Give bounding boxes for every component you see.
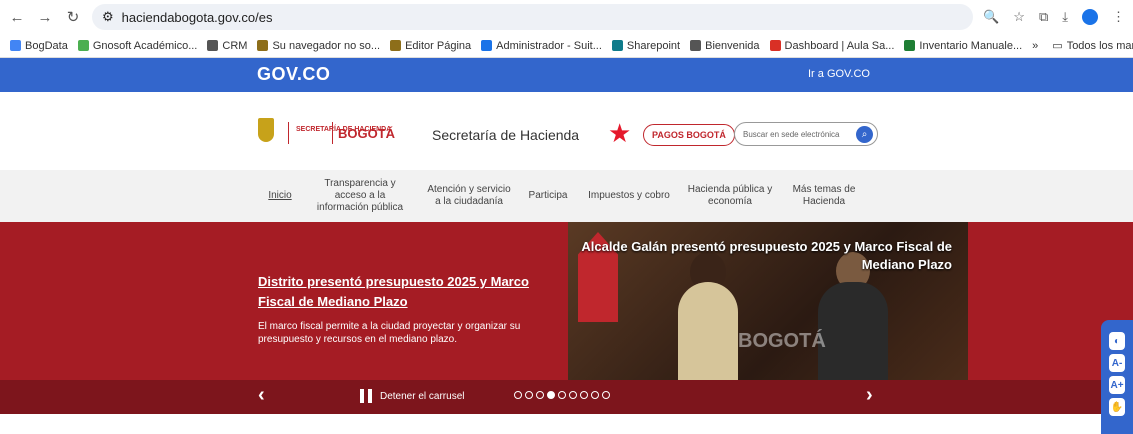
search-icon[interactable]: ⌕	[856, 125, 873, 143]
bookmark-label: Gnosoft Académico...	[92, 39, 198, 52]
bookmark-item[interactable]: Sharepoint	[611, 39, 681, 52]
forward-icon[interactable]: →	[36, 9, 54, 26]
menu-item-hacienda-publica[interactable]: Hacienda pública y economía	[680, 170, 780, 222]
bookmark-label: BogData	[25, 39, 68, 52]
bookmark-icon	[77, 40, 89, 51]
bookmark-icon	[10, 40, 21, 51]
bookmark-item[interactable]: Inventario Manuale...	[904, 40, 1022, 52]
extensions-icon[interactable]: ⧉	[1039, 9, 1048, 25]
folder-icon: ▭	[1052, 40, 1063, 52]
star-icon[interactable]: ☆	[1013, 9, 1025, 25]
pause-carousel-button[interactable]: Detener el carrusel	[360, 389, 464, 403]
page-title: Secretaría de Hacienda	[432, 127, 580, 143]
bookmark-icon	[904, 40, 916, 51]
back-icon[interactable]: ←	[8, 9, 26, 26]
font-decrease-icon[interactable]: A-	[1109, 354, 1125, 372]
carousel-dot[interactable]	[536, 391, 544, 399]
star-icon: ★	[608, 118, 632, 148]
bookmark-label: Dashboard | Aula Sa...	[784, 39, 895, 52]
bookmarks-overflow[interactable]: »	[1032, 40, 1038, 52]
menu-icon[interactable]: ⋮	[1112, 9, 1125, 25]
menu-item-inicio[interactable]: Inicio	[262, 170, 298, 222]
divider	[332, 122, 333, 144]
reload-icon[interactable]: ↻	[64, 8, 82, 26]
bookmark-icon	[481, 40, 493, 51]
gov-link[interactable]: Ir a GOV.CO	[808, 68, 870, 80]
bookmark-item[interactable]: Administrador - Suit...	[481, 40, 602, 52]
pagos-bogota-button[interactable]: PAGOS BOGOTÁ	[643, 124, 735, 146]
bookmark-icon	[390, 40, 402, 51]
chevron-right-icon[interactable]: ›	[866, 384, 873, 407]
bookmark-icon	[611, 40, 623, 51]
sign-language-icon[interactable]: ✋	[1109, 398, 1125, 416]
carousel-controls: ‹ Detener el carrusel ›	[0, 380, 1133, 414]
news-carousel: Distrito presentó presupuesto 2025 y Mar…	[0, 222, 1133, 414]
all-bookmarks[interactable]: ▭ Todos los marcadores	[1052, 39, 1133, 53]
accessibility-bar: ◐ A- A+ ✋	[1101, 320, 1133, 434]
search-input[interactable]: Buscar en sede electrónica ⌕	[734, 122, 878, 146]
zoom-icon[interactable]: 🔍	[983, 9, 999, 25]
bogota-shield-icon	[258, 118, 274, 142]
carousel-dot[interactable]	[591, 391, 599, 399]
pause-label: Detener el carrusel	[380, 390, 465, 402]
bookmarks-bar: BogData Gnosoft Académico... CRM Su navegad…	[0, 34, 1133, 58]
site-info-icon[interactable]: ⚙	[102, 9, 114, 25]
site-header: SECRETARÍA DE HACIENDA BOGOTÁ Secretaría…	[0, 92, 1133, 170]
contrast-icon[interactable]: ◐	[1109, 332, 1125, 350]
menu-item-participa[interactable]: Participa	[520, 170, 576, 222]
bookmark-label: Editor Página	[405, 39, 472, 52]
carousel-dot[interactable]	[525, 391, 533, 399]
bookmark-icon	[257, 40, 269, 51]
url-text: haciendabogota.gov.co/es	[121, 9, 273, 25]
menu-item-transparencia[interactable]: Transparencia y acceso a la información …	[312, 170, 408, 222]
bookmark-label: CRM	[222, 39, 248, 52]
bookmark-icon	[769, 40, 781, 51]
background-sign: BOGOTÁ	[738, 330, 826, 352]
address-bar[interactable]: ⚙ haciendabogota.gov.co/es	[92, 4, 974, 30]
bookmark-label: Inventario Manuale...	[919, 39, 1023, 52]
menu-item-atencion[interactable]: Atención y servicio a la ciudadanía	[424, 170, 514, 222]
gov-bar: GOV.CO Ir a GOV.CO	[0, 58, 1133, 92]
carousel-dot[interactable]	[602, 391, 610, 399]
menu-item-mas-temas[interactable]: Más temas de Hacienda	[786, 170, 862, 222]
bookmark-label: Sharepoint	[626, 39, 681, 52]
bookmark-item[interactable]: Su navegador no so...	[257, 40, 380, 52]
chevron-left-icon[interactable]: ‹	[258, 384, 265, 407]
main-menu: Inicio Transparencia y acceso a la infor…	[0, 170, 1133, 222]
bookmark-item[interactable]: Gnosoft Académico...	[77, 39, 198, 52]
slide-image[interactable]: BOGOTÁ Alcalde Galán presentó presupuest…	[568, 222, 968, 380]
search-placeholder: Buscar en sede electrónica	[743, 129, 840, 139]
bookmark-item[interactable]: CRM	[207, 40, 247, 52]
bookmark-item[interactable]: Bienvenida	[690, 39, 760, 52]
slide-description: El marco fiscal permite a la ciudad proy…	[258, 321, 521, 345]
person-left-body	[678, 282, 738, 380]
carousel-dot[interactable]	[514, 391, 522, 399]
bogota-logo[interactable]: BOGOTÁ	[338, 126, 395, 141]
carousel-dot[interactable]	[569, 391, 577, 399]
carousel-dot[interactable]	[580, 391, 588, 399]
menu-item-impuestos[interactable]: Impuestos y cobro	[584, 170, 674, 222]
bookmark-item[interactable]: BogData	[10, 40, 68, 52]
carousel-dots	[514, 391, 610, 399]
browser-toolbar: ← → ↻ ⚙ haciendabogota.gov.co/es 🔍 ☆ ⧉ ⤓…	[0, 0, 1133, 34]
slide-title[interactable]: Distrito presentó presupuesto 2025 y Mar…	[258, 272, 558, 312]
pause-icon	[360, 389, 372, 403]
font-increase-icon[interactable]: A+	[1109, 376, 1125, 394]
carousel-dot[interactable]	[547, 391, 555, 399]
bookmark-icon	[207, 40, 219, 51]
slide-content: Distrito presentó presupuesto 2025 y Mar…	[258, 272, 558, 346]
carousel-dot[interactable]	[558, 391, 566, 399]
profile-avatar[interactable]	[1082, 9, 1098, 25]
divider	[288, 122, 289, 144]
bookmark-label: Bienvenida	[705, 39, 760, 52]
bookmark-item[interactable]: Editor Página	[390, 40, 471, 52]
bookmark-icon	[690, 40, 702, 51]
bookmark-item[interactable]: Dashboard | Aula Sa...	[769, 39, 895, 52]
bookmark-label: Su navegador no so...	[272, 39, 381, 52]
image-caption: Alcalde Galán presentó presupuesto 2025 …	[581, 239, 952, 272]
person-right-body	[818, 282, 888, 380]
download-icon[interactable]: ⤓	[1062, 9, 1068, 25]
bookmark-label: Administrador - Suit...	[496, 39, 602, 52]
gov-logo[interactable]: GOV.CO	[257, 64, 330, 85]
